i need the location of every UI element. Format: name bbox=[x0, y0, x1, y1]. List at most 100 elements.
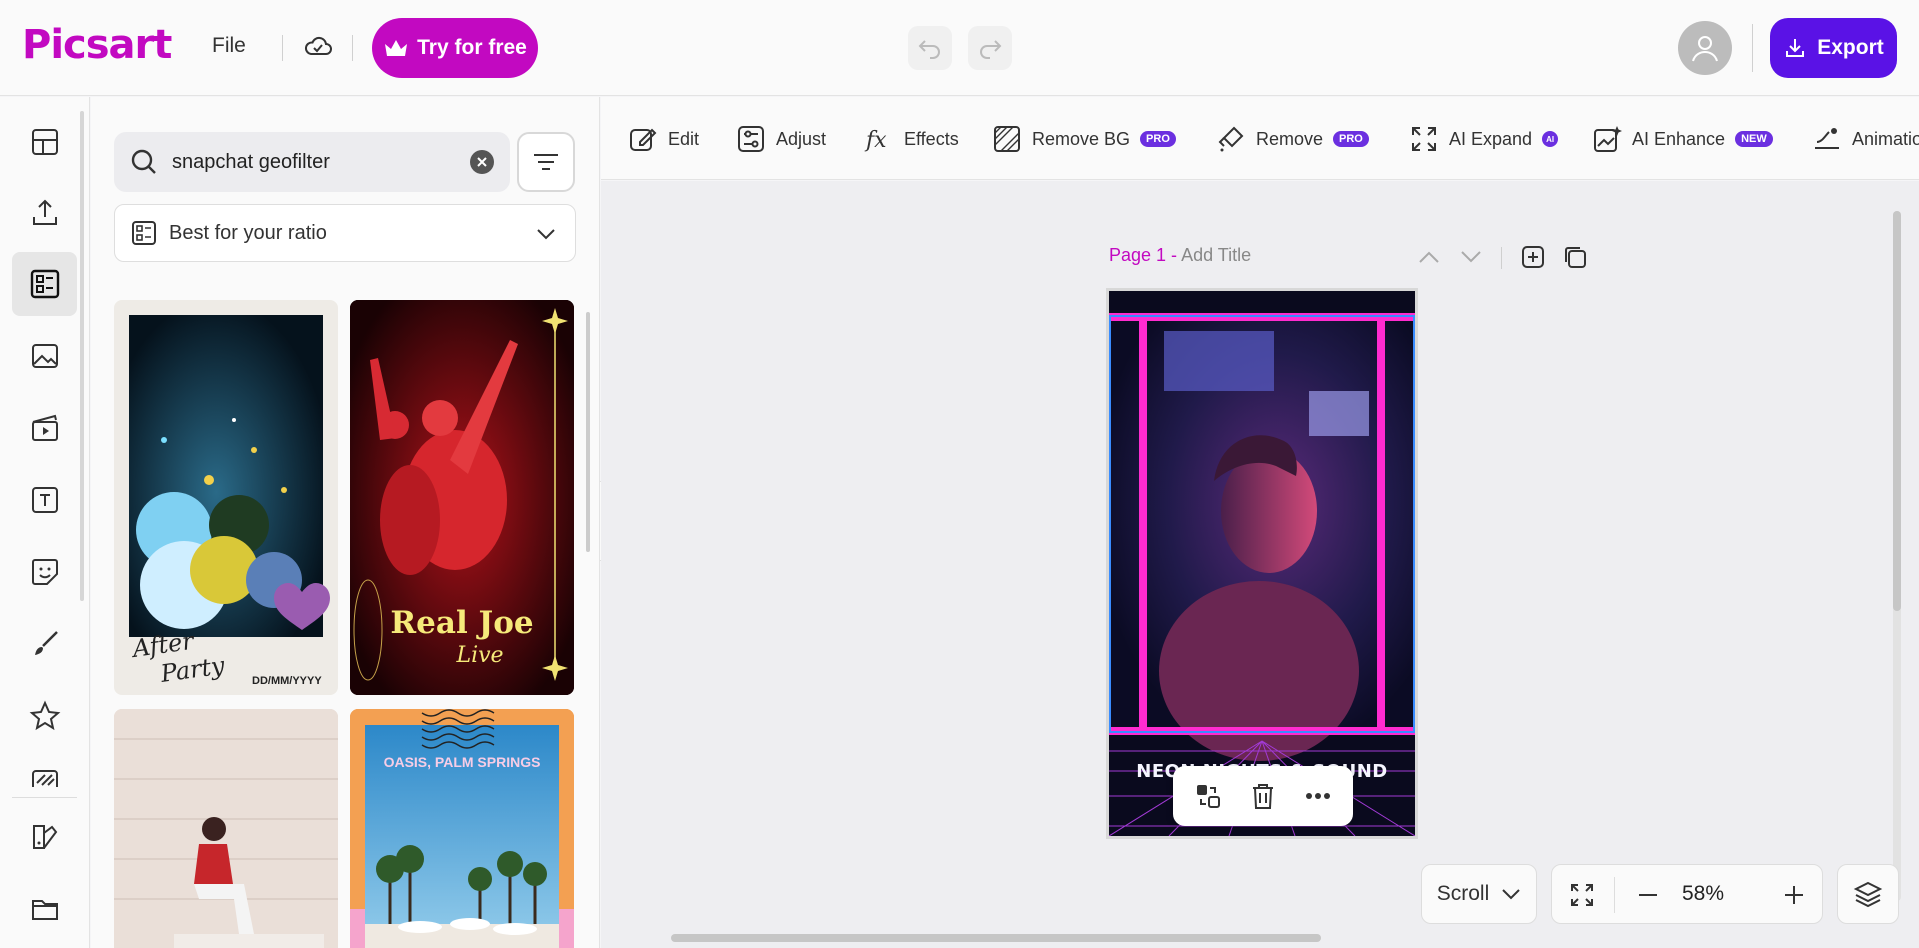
replace-icon bbox=[1197, 785, 1221, 808]
text-icon bbox=[31, 487, 58, 513]
zoom-level[interactable]: 58% bbox=[1682, 882, 1724, 906]
brand-kit-icon bbox=[32, 825, 57, 849]
redo-icon bbox=[980, 40, 1002, 59]
fit-to-screen-button[interactable] bbox=[1562, 875, 1602, 915]
panel-scrollbar[interactable] bbox=[586, 312, 590, 552]
search-input[interactable] bbox=[172, 150, 462, 174]
oasis-title: OASIS, PALM SPRINGS bbox=[384, 754, 541, 770]
template-oasis-palm-springs[interactable]: OASIS, PALM SPRINGS bbox=[350, 709, 574, 948]
layers-button[interactable] bbox=[1837, 864, 1899, 924]
tool-ai-expand[interactable]: AI Expand AI bbox=[1409, 122, 1559, 156]
layers-icon bbox=[1853, 881, 1883, 908]
date-text: DD/MM/YYYY bbox=[252, 675, 322, 687]
adjust-icon bbox=[738, 126, 764, 152]
tool-ai-enhance[interactable]: AI Enhance NEW bbox=[1592, 122, 1773, 156]
zoom-out-button[interactable] bbox=[1628, 875, 1668, 915]
new-badge: NEW bbox=[1735, 131, 1773, 147]
rail-divider bbox=[12, 797, 77, 798]
page-up-button[interactable] bbox=[1415, 243, 1443, 271]
rail-item-photos[interactable] bbox=[12, 324, 77, 388]
star-icon bbox=[29, 700, 60, 731]
canvas-vertical-scroll-thumb[interactable] bbox=[1893, 211, 1901, 611]
scroll-mode-dropdown[interactable]: Scroll bbox=[1421, 864, 1537, 924]
clear-search-button[interactable] bbox=[470, 150, 494, 174]
page-down-button[interactable] bbox=[1457, 243, 1485, 271]
real-joe-title: Real Joe bbox=[390, 605, 533, 641]
export-button[interactable]: Export bbox=[1770, 18, 1897, 78]
page-number: Page 1 - bbox=[1109, 245, 1182, 265]
search-box bbox=[114, 132, 510, 192]
ratio-list-icon bbox=[132, 221, 156, 245]
scroll-mode-label: Scroll bbox=[1436, 882, 1490, 905]
header-divider bbox=[282, 35, 283, 61]
rail-item-folders[interactable] bbox=[12, 877, 77, 941]
zoom-divider bbox=[1614, 877, 1615, 913]
tool-remove[interactable]: Remove PRO bbox=[1216, 122, 1369, 156]
undo-button[interactable] bbox=[908, 26, 952, 70]
user-avatar[interactable] bbox=[1678, 21, 1732, 75]
close-icon bbox=[477, 157, 487, 167]
tool-animation[interactable]: Animation bbox=[1812, 122, 1919, 156]
replace-button[interactable] bbox=[1188, 776, 1228, 816]
template-woman-phone[interactable] bbox=[114, 709, 338, 948]
tool-effects[interactable]: fx Effects bbox=[864, 122, 959, 156]
rail-item-text[interactable] bbox=[12, 468, 77, 532]
chevron-down-icon bbox=[1502, 889, 1520, 900]
canvas-area: Page 1 - Add Title NEON Scroll 58% bbox=[601, 181, 1919, 948]
tool-adjust[interactable]: Adjust bbox=[736, 122, 826, 156]
rail-item-templates[interactable] bbox=[12, 252, 77, 316]
rail-item-upload[interactable] bbox=[12, 181, 77, 245]
crown-icon bbox=[385, 40, 408, 56]
element-context-menu bbox=[1173, 766, 1353, 826]
rail-item-draw[interactable] bbox=[12, 612, 77, 676]
template-image bbox=[114, 709, 338, 948]
sticker-icon bbox=[31, 559, 58, 585]
filter-icon bbox=[534, 154, 558, 170]
tool-animation-label: Animation bbox=[1852, 128, 1919, 149]
rail-scrollbar[interactable] bbox=[80, 111, 84, 601]
more-options-button[interactable] bbox=[1298, 776, 1338, 816]
pro-badge: PRO bbox=[1333, 131, 1369, 147]
cloud-save-icon[interactable] bbox=[302, 30, 334, 62]
duplicate-icon bbox=[1565, 247, 1586, 268]
tool-remove-bg[interactable]: Remove BG PRO bbox=[992, 122, 1176, 156]
selection-frame[interactable] bbox=[1109, 315, 1415, 733]
add-page-title[interactable]: Add Title bbox=[1181, 245, 1251, 265]
try-for-free-button[interactable]: Try for free bbox=[372, 18, 538, 78]
duplicate-page-button[interactable] bbox=[1561, 243, 1589, 271]
fit-screen-icon bbox=[1571, 884, 1593, 906]
picsart-editor: Picsart File Try for free Export snapcha… bbox=[0, 0, 1919, 948]
tool-remove-bg-label: Remove BG bbox=[1032, 128, 1131, 149]
add-page-button[interactable] bbox=[1519, 243, 1547, 271]
tool-remove-label: Remove bbox=[1256, 128, 1324, 149]
rail-item-brand-kit[interactable] bbox=[12, 805, 77, 869]
tool-ai-expand-label: AI Expand bbox=[1449, 128, 1533, 149]
page-controls-divider bbox=[1501, 247, 1502, 269]
filter-button[interactable] bbox=[517, 132, 575, 192]
rail-item-layouts[interactable] bbox=[12, 110, 77, 174]
canvas-horizontal-scroll-thumb[interactable] bbox=[671, 934, 1321, 942]
left-tool-rail bbox=[0, 97, 90, 948]
ratio-dropdown[interactable]: Best for your ratio bbox=[114, 204, 576, 262]
plus-icon bbox=[1785, 886, 1803, 904]
rail-item-backgrounds[interactable] bbox=[12, 751, 77, 787]
animation-icon bbox=[1815, 128, 1839, 149]
layout-icon bbox=[31, 129, 58, 155]
redo-button[interactable] bbox=[968, 26, 1012, 70]
file-menu-button[interactable]: File bbox=[212, 34, 246, 58]
remove-bg-icon bbox=[994, 126, 1020, 152]
tool-edit[interactable]: Edit bbox=[628, 122, 699, 156]
rail-item-stickers[interactable] bbox=[12, 540, 77, 604]
export-label: Export bbox=[1817, 36, 1884, 59]
zoom-in-button[interactable] bbox=[1774, 875, 1814, 915]
template-real-joe[interactable]: Real Joe Live bbox=[350, 300, 574, 695]
delete-button[interactable] bbox=[1243, 776, 1283, 816]
template-after-party[interactable]: After Party DD/MM/YYYY bbox=[114, 300, 338, 695]
rail-item-videos[interactable] bbox=[12, 396, 77, 460]
enhance-icon bbox=[1594, 126, 1622, 152]
artboard[interactable]: NEON NIGHTS & SOUND CAMP bbox=[1109, 291, 1415, 836]
edit-icon bbox=[630, 128, 657, 151]
rail-item-favorites[interactable] bbox=[12, 684, 77, 748]
page-label: Page 1 - Add Title bbox=[1109, 245, 1251, 266]
picsart-logo[interactable]: Picsart bbox=[22, 22, 172, 68]
